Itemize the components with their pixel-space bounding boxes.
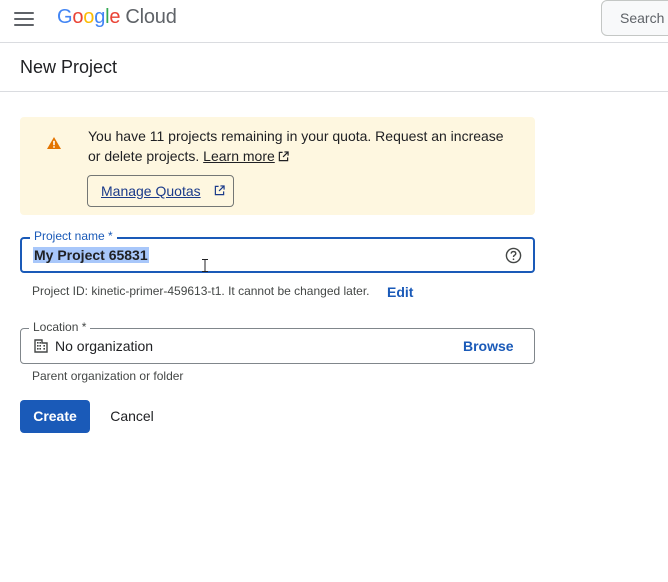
warning-icon — [47, 137, 61, 149]
location-helper: Parent organization or folder — [32, 369, 184, 383]
logo-letter: g — [94, 6, 106, 28]
search-label: Search ( — [620, 10, 668, 26]
external-link-icon — [278, 151, 289, 162]
hamburger-menu-icon[interactable] — [12, 9, 36, 29]
building-icon — [34, 339, 48, 353]
external-link-icon — [214, 185, 225, 196]
logo-letter: o — [83, 6, 95, 28]
location-value: No organization — [55, 338, 154, 354]
project-name-field[interactable]: Project name * My Project 65831 — [20, 229, 535, 273]
logo-letter: o — [72, 6, 84, 28]
learn-more-link[interactable]: Learn more — [203, 148, 275, 164]
logo-product-name: Cloud — [125, 6, 177, 28]
help-circle-icon[interactable] — [505, 247, 522, 264]
google-cloud-logo[interactable]: Google Cloud — [57, 6, 177, 29]
top-bar: Google Cloud Search ( — [0, 0, 668, 43]
project-name-input[interactable]: My Project 65831 — [33, 247, 149, 263]
logo-letter: e — [109, 6, 121, 28]
logo-letter: G — [57, 6, 73, 28]
alert-message: You have 11 projects remaining in your q… — [88, 126, 518, 166]
cancel-button[interactable]: Cancel — [98, 400, 166, 433]
page-title: New Project — [20, 57, 118, 77]
project-name-label: Project name * — [30, 229, 117, 243]
edit-project-id-button[interactable]: Edit — [387, 284, 413, 300]
alert-text: You have 11 projects remaining in your q… — [88, 128, 504, 164]
quota-alert: You have 11 projects remaining in your q… — [20, 117, 535, 215]
location-label: Location * — [29, 320, 91, 334]
manage-quotas-label: Manage Quotas — [101, 183, 201, 199]
create-button[interactable]: Create — [20, 400, 90, 433]
project-id-helper: Project ID: kinetic-primer-459613-t1. It… — [32, 284, 370, 298]
browse-button[interactable]: Browse — [463, 338, 514, 354]
location-field[interactable]: Location * No organization Browse — [20, 320, 535, 364]
search-input[interactable]: Search ( — [601, 0, 668, 36]
text-cursor-icon — [202, 259, 208, 272]
page-header: New Project — [0, 43, 668, 92]
manage-quotas-button[interactable]: Manage Quotas — [87, 175, 234, 207]
